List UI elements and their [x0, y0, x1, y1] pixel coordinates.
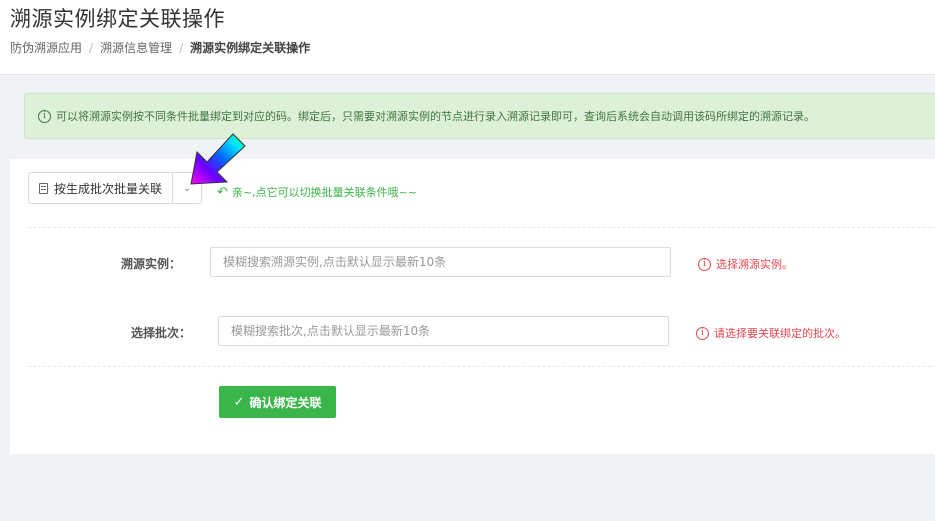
- divider: [28, 227, 935, 228]
- breadcrumb-separator: /: [89, 40, 94, 55]
- condition-split-button: 按生成批次批量关联 ⌄: [28, 172, 203, 204]
- rainbow-pointer-arrow-icon: [190, 133, 246, 185]
- instance-label: 溯源实例：: [120, 257, 181, 271]
- error-icon: i: [698, 257, 711, 271]
- error-icon: i: [696, 326, 709, 340]
- instance-error-text: 选择溯源实例。: [716, 258, 793, 271]
- breadcrumb-item-info-management[interactable]: 溯源信息管理: [100, 39, 172, 56]
- info-icon: i: [38, 109, 51, 123]
- condition-mode-label: 按生成批次批量关联: [54, 181, 163, 196]
- breadcrumb: 防伪溯源应用 / 溯源信息管理 / 溯源实例绑定关联操作: [10, 39, 310, 56]
- info-alert: i 可以将溯源实例按不同条件批量绑定到对应的码。绑定后，只需要对溯源实例的节点进…: [24, 93, 935, 139]
- page-title: 溯源实例绑定关联操作: [10, 7, 225, 31]
- confirm-bind-label: 确认绑定关联: [249, 395, 322, 410]
- condition-mode-button[interactable]: 按生成批次批量关联: [29, 173, 172, 203]
- batch-error: i 请选择要关联绑定的批次。: [696, 325, 846, 341]
- breadcrumb-separator: /: [179, 40, 184, 55]
- document-icon: [39, 182, 48, 194]
- batch-error-text: 请选择要关联绑定的批次。: [714, 327, 846, 340]
- page-header: 溯源实例绑定关联操作 防伪溯源应用 / 溯源信息管理 / 溯源实例绑定关联操作: [0, 0, 935, 75]
- binding-panel: 按生成批次批量关联 ⌄ ↶ 亲~,点它可以切换批量关联条件哦~~ 溯源实例： i…: [10, 159, 935, 454]
- check-icon: ✓: [233, 394, 245, 410]
- breadcrumb-item-current: 溯源实例绑定关联操作: [190, 41, 311, 55]
- divider: [28, 366, 935, 367]
- alert-text: 可以将溯源实例按不同条件批量绑定到对应的码。绑定后，只需要对溯源实例的节点进行录…: [56, 110, 815, 123]
- breadcrumb-item-app[interactable]: 防伪溯源应用: [10, 39, 82, 56]
- batch-label: 选择批次：: [130, 326, 191, 340]
- switch-hint-text: 亲~,点它可以切换批量关联条件哦~~: [231, 186, 418, 199]
- confirm-bind-button[interactable]: ✓ 确认绑定关联: [219, 386, 336, 418]
- instance-search-input[interactable]: [210, 247, 671, 277]
- instance-error: i 选择溯源实例。: [698, 256, 793, 272]
- batch-search-input[interactable]: [218, 316, 669, 346]
